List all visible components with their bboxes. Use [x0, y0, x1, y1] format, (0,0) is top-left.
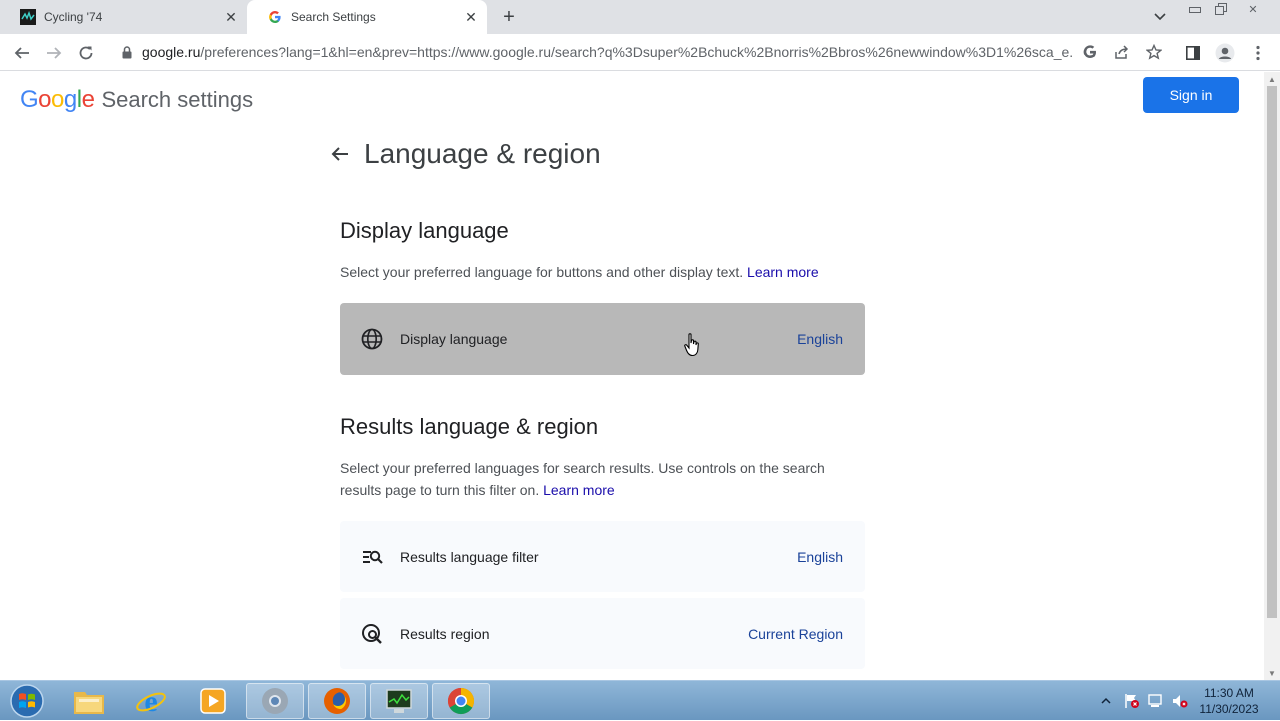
chrome-icon[interactable] — [432, 683, 490, 719]
display-language-description: Select your preferred language for butto… — [340, 264, 819, 280]
file-explorer-icon[interactable] — [60, 683, 118, 719]
side-panel-icon[interactable] — [1181, 41, 1205, 65]
url-text: google.ru/preferences?lang=1&hl=en&prev=… — [142, 44, 1072, 60]
minimize-button[interactable] — [1184, 0, 1206, 18]
clock-date: 11/30/2023 — [1199, 702, 1259, 716]
row-label: Display language — [400, 331, 508, 347]
scroll-up-arrow-icon[interactable]: ▲ — [1264, 72, 1280, 86]
row-value: English — [797, 331, 843, 347]
action-center-flag-icon[interactable] — [1122, 681, 1142, 721]
row-label: Results region — [400, 625, 490, 642]
row-label: Results language filter — [400, 548, 539, 565]
close-tab-icon[interactable]: ✕ — [221, 7, 241, 27]
close-tab-icon[interactable]: ✕ — [461, 7, 481, 27]
results-language-filter-row[interactable]: Results language filter English — [340, 521, 865, 592]
results-language-description: Select your preferred languages for sear… — [340, 460, 825, 498]
logo-letter: o — [38, 86, 52, 113]
menu-kebab-icon[interactable] — [1246, 41, 1270, 65]
browser-toolbar: google.ru/preferences?lang=1&hl=en&prev=… — [0, 34, 1280, 71]
share-icon[interactable] — [1110, 40, 1134, 64]
logo-letter: o — [51, 86, 64, 113]
cycling74-favicon-icon — [20, 9, 36, 25]
back-arrow-icon[interactable] — [328, 142, 352, 166]
logo-letter: g — [63, 86, 77, 113]
tab-title: Cycling '74 — [44, 10, 103, 24]
tab-title: Search Settings — [291, 10, 376, 24]
reload-button[interactable] — [74, 41, 98, 65]
hand-cursor-icon — [684, 333, 699, 357]
logo-letter: G — [20, 86, 39, 113]
firefox-icon[interactable] — [308, 683, 366, 719]
volume-muted-icon[interactable] — [1170, 681, 1190, 721]
sign-in-button[interactable]: Sign in — [1143, 77, 1239, 113]
display-language-row[interactable]: Display language English — [340, 303, 865, 375]
filter-search-icon — [360, 545, 384, 569]
row-value: Current Region — [748, 625, 843, 642]
tab-search-chevron-icon[interactable] — [1150, 8, 1170, 26]
svg-text:e: e — [144, 685, 157, 717]
back-button[interactable] — [10, 41, 34, 65]
lock-icon[interactable] — [120, 45, 134, 59]
scroll-down-arrow-icon[interactable]: ▼ — [1264, 666, 1280, 680]
google-lens-icon[interactable] — [1078, 40, 1102, 64]
system-clock[interactable]: 11:30 AM 11/30/2023 — [1194, 685, 1264, 717]
display-language-heading: Display language — [340, 218, 509, 243]
tab-search-settings[interactable]: Search Settings ✕ — [247, 0, 487, 34]
network-icon[interactable] — [1146, 681, 1166, 721]
row-value: English — [797, 548, 843, 565]
learn-more-link[interactable]: Learn more — [543, 482, 615, 498]
chrome-alt-icon[interactable] — [246, 683, 304, 719]
region-search-icon — [360, 622, 384, 646]
close-window-button[interactable]: ✕ — [1242, 0, 1264, 18]
tab-cycling74[interactable]: Cycling '74 ✕ — [0, 0, 247, 34]
address-bar[interactable]: google.ru/preferences?lang=1&hl=en&prev=… — [112, 37, 1170, 67]
profile-avatar-icon[interactable] — [1213, 41, 1237, 65]
globe-icon — [360, 327, 384, 351]
internet-explorer-icon[interactable]: e — [122, 683, 180, 719]
clock-time: 11:30 AM — [1204, 686, 1254, 700]
results-language-heading: Results language & region — [340, 414, 599, 439]
scrollbar-thumb[interactable] — [1267, 86, 1277, 618]
page-heading-search-settings: Search settings — [101, 87, 254, 112]
start-button[interactable] — [2, 682, 52, 720]
page-content: Google Search settings Sign in Language … — [0, 72, 1264, 680]
page-scrollbar[interactable]: ▲ ▼ — [1264, 72, 1280, 680]
new-tab-button[interactable]: + — [498, 6, 520, 28]
tab-strip: Cycling '74 ✕ Search Settings ✕ + ✕ — [0, 0, 1280, 34]
google-favicon-icon — [267, 9, 283, 25]
restore-button[interactable] — [1210, 0, 1232, 18]
tray-expand-chevron-icon[interactable] — [1098, 681, 1114, 721]
learn-more-link[interactable]: Learn more — [747, 264, 819, 280]
results-region-row[interactable]: Results region Current Region — [340, 598, 865, 669]
windows-taskbar: e 11:30 AM 11/30/2023 — [0, 680, 1280, 720]
forward-button[interactable] — [42, 41, 66, 65]
bookmark-star-icon[interactable] — [1142, 40, 1166, 64]
google-logo[interactable]: Google Search settings — [20, 86, 253, 114]
task-manager-icon[interactable] — [370, 683, 428, 719]
logo-letter: e — [81, 86, 95, 113]
page-title: Language & region — [364, 138, 601, 169]
media-player-icon[interactable] — [184, 683, 242, 719]
